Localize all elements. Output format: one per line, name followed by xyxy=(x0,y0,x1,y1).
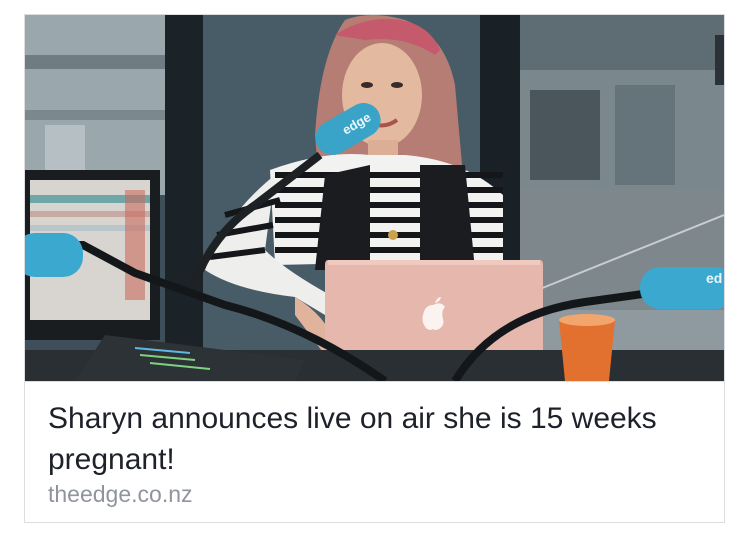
link-caption[interactable]: Sharyn announces live on air she is 15 w… xyxy=(25,381,724,522)
link-preview-card[interactable]: edge ed Sharyn announces live on air she… xyxy=(24,14,725,523)
article-headline[interactable]: Sharyn announces live on air she is 15 w… xyxy=(48,398,688,480)
svg-text:ed: ed xyxy=(706,270,722,286)
article-photo[interactable]: edge ed xyxy=(25,15,724,381)
source-domain: theedge.co.nz xyxy=(48,481,193,507)
